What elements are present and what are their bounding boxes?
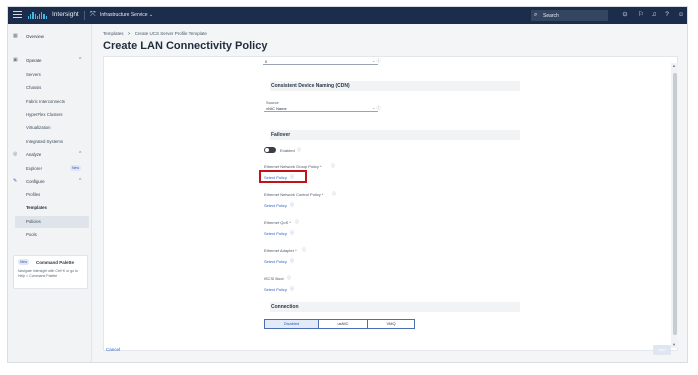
sidebar-item-profiles[interactable]: Profiles (26, 192, 40, 197)
menu-icon[interactable] (13, 11, 22, 20)
info-icon[interactable]: ⌄ ⓘ (372, 58, 380, 64)
info-icon[interactable]: ⓘ (331, 163, 335, 169)
command-palette-card[interactable]: New Command Palette Navigate Intersight … (13, 255, 88, 289)
user-icon[interactable]: ☺ (677, 11, 685, 19)
overview-icon: ▦ (13, 33, 18, 39)
select-policy-link[interactable]: Select Policy (264, 231, 287, 236)
help-icon[interactable]: ? (663, 11, 671, 19)
cdn-section-title: Consistent Device Naming (CDN) (271, 83, 350, 89)
info-icon[interactable]: ⓘ (290, 174, 294, 180)
cancel-button[interactable]: Cancel (106, 347, 120, 352)
scroll-down-icon[interactable]: ▼ (672, 342, 676, 347)
scrollbar-thumb[interactable] (672, 73, 677, 335)
sidebar-item-analyze[interactable]: Analyze (26, 152, 41, 157)
new-badge: New (18, 259, 30, 265)
failover-section-header: Failover (270, 130, 520, 140)
connection-section-header: Connection (270, 302, 520, 312)
source-label: Source (266, 100, 279, 105)
service-icon: ⤧ (90, 11, 96, 18)
sidebar-item-overview[interactable]: Overview (26, 34, 44, 39)
sidebar-item-fabric-interconnects[interactable]: Fabric Interconnects (26, 99, 65, 104)
info-icon[interactable]: ⓘ (290, 202, 294, 208)
select-policy-link[interactable]: Select Policy (264, 259, 287, 264)
iscsi-boot-label: iSCSI Boot (264, 276, 284, 281)
info-icon[interactable]: ⓘ (332, 191, 336, 197)
connection-section-title: Connection (271, 304, 299, 310)
select-underline (264, 111, 378, 112)
sidebar-item-policies[interactable]: Policies (26, 219, 41, 224)
search-icon: ⌕ (534, 12, 538, 18)
failover-section-title: Failover (271, 132, 291, 138)
select-policy-link[interactable]: Select Policy (264, 175, 287, 180)
top-bar: Intersight ⤧ Infrastructure Service ⌄ ⌕ … (8, 7, 687, 24)
info-icon[interactable]: ⓘ (302, 247, 306, 253)
select-policy-link[interactable]: Select Policy (264, 287, 287, 292)
sidebar-item-explorer[interactable]: Explorer (26, 166, 42, 171)
breadcrumb-templates[interactable]: Templates (103, 31, 124, 36)
connection-option-vmq[interactable]: VMQ (367, 319, 415, 329)
breadcrumb: Templates > Create UCS Server Profile Te… (103, 31, 207, 36)
page-title: Create LAN Connectivity Policy (103, 40, 268, 52)
new-badge: New (70, 165, 82, 171)
ethernet-adapter-label: Ethernet Adapter * (264, 248, 297, 253)
configure-icon: ✎ (13, 178, 18, 184)
breadcrumb-separator: > (127, 31, 131, 36)
check-circle-icon[interactable]: ⊙ (621, 11, 629, 19)
sidebar-item-configure[interactable]: Configure (26, 179, 45, 184)
search-placeholder: Search (543, 12, 559, 19)
info-icon[interactable]: ⓘ (290, 286, 294, 292)
ethernet-qos-label: Ethernet QoS * (264, 220, 291, 225)
info-icon[interactable]: ⓘ (287, 275, 291, 281)
announcement-icon[interactable]: ⚐ (637, 11, 645, 19)
service-selector[interactable]: Infrastructure Service ⌄ (100, 12, 153, 18)
search-input[interactable]: ⌕ Search (531, 10, 608, 21)
sidebar: ▦ Overview ▣ Operate ^ Servers Chassis F… (8, 24, 92, 362)
command-palette-title: Command Palette (36, 260, 75, 265)
info-icon[interactable]: ⓘ (290, 258, 294, 264)
sidebar-item-hyperflex-clusters[interactable]: HyperFlex Clusters (26, 112, 63, 117)
connection-option-disabled[interactable]: Disabled (264, 319, 319, 329)
sidebar-item-chassis[interactable]: Chassis (26, 85, 41, 90)
sidebar-item-templates[interactable]: Templates (26, 205, 47, 210)
sidebar-item-virtualization[interactable]: Virtualization (26, 125, 51, 130)
toggle-label: Enabled (280, 148, 295, 153)
sidebar-item-integrated-systems[interactable]: Integrated Systems (26, 139, 63, 144)
connection-option-usnic[interactable]: usNIC (318, 319, 368, 329)
network-group-policy-label: Ethernet Network Group Policy * (264, 164, 322, 169)
brand-name: Intersight (52, 11, 79, 18)
chevron-up-icon[interactable]: ^ (79, 151, 81, 157)
cdn-section-header: Consistent Device Naming (CDN) (270, 81, 520, 91)
app-window: Intersight ⤧ Infrastructure Service ⌄ ⌕ … (7, 6, 688, 363)
failover-toggle[interactable] (264, 147, 276, 153)
operate-icon: ▣ (13, 57, 18, 63)
command-palette-description: Navigate Intersight with Ctrl+K or go to… (18, 269, 79, 278)
input-underline (263, 64, 378, 65)
sidebar-item-operate[interactable]: Operate (26, 58, 42, 63)
chevron-up-icon[interactable]: ^ (79, 57, 81, 63)
sidebar-item-pools[interactable]: Pools (26, 232, 37, 237)
analyze-icon: ◎ (13, 151, 18, 157)
bell-icon[interactable]: ♫ (650, 11, 658, 19)
scrollbar[interactable]: ▲ ▼ (671, 63, 678, 348)
chevron-up-icon[interactable]: ^ (79, 178, 81, 184)
sidebar-item-servers[interactable]: Servers (26, 72, 41, 77)
info-icon[interactable]: ⓘ (297, 147, 301, 153)
cisco-logo (28, 12, 48, 19)
network-control-policy-label: Ethernet Network Control Policy * (264, 192, 324, 197)
scroll-up-icon[interactable]: ▲ (672, 63, 676, 68)
info-icon[interactable]: ⓘ (295, 219, 299, 225)
divider (84, 11, 85, 20)
select-policy-link[interactable]: Select Policy (264, 203, 287, 208)
breadcrumb-current: Create UCS Server Profile Template (134, 31, 207, 36)
info-icon[interactable]: ⓘ (290, 230, 294, 236)
add-button[interactable]: Add (653, 345, 671, 355)
